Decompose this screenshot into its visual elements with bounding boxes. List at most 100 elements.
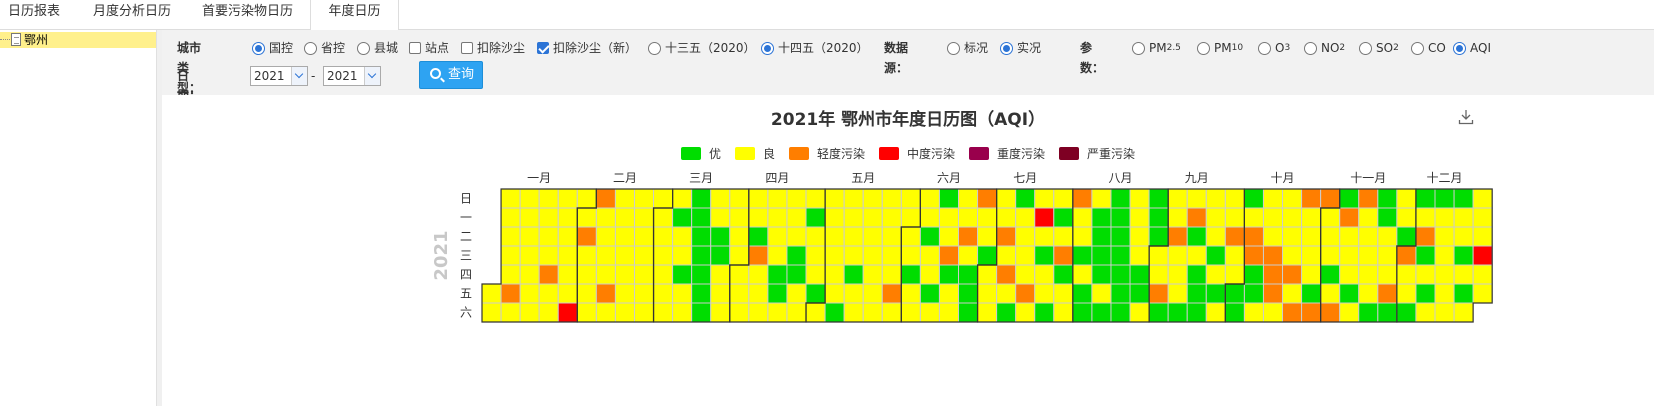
- day-cell[interactable]: [996, 245, 1017, 266]
- day-cell[interactable]: [767, 207, 788, 228]
- day-cell[interactable]: [786, 188, 807, 209]
- day-cell[interactable]: [1015, 283, 1036, 304]
- day-cell[interactable]: [1205, 264, 1226, 285]
- day-cell[interactable]: [1282, 283, 1303, 304]
- day-cell[interactable]: [1301, 226, 1322, 247]
- day-cell[interactable]: [1282, 302, 1303, 323]
- day-cell[interactable]: [1205, 207, 1226, 228]
- station-checkbox[interactable]: 站点: [409, 38, 449, 58]
- param-pm25-radio[interactable]: PM 2.5: [1132, 38, 1181, 58]
- day-cell[interactable]: [824, 264, 845, 285]
- day-cell[interactable]: [958, 302, 979, 323]
- day-cell[interactable]: [1472, 245, 1493, 266]
- day-cell[interactable]: [900, 302, 921, 323]
- day-cell[interactable]: [958, 283, 979, 304]
- day-cell[interactable]: [1243, 283, 1264, 304]
- day-cell[interactable]: [1301, 264, 1322, 285]
- plan-13th-radio[interactable]: 十三五（2020）: [648, 38, 756, 58]
- day-cell[interactable]: [710, 264, 731, 285]
- day-cell[interactable]: [1167, 207, 1188, 228]
- day-cell[interactable]: [729, 302, 750, 323]
- day-cell[interactable]: [557, 226, 578, 247]
- day-cell[interactable]: [1167, 302, 1188, 323]
- day-cell[interactable]: [1072, 226, 1093, 247]
- day-cell[interactable]: [519, 188, 540, 209]
- day-cell[interactable]: [519, 283, 540, 304]
- day-cell[interactable]: [1282, 245, 1303, 266]
- day-cell[interactable]: [805, 245, 826, 266]
- day-cell[interactable]: [1434, 226, 1455, 247]
- day-cell[interactable]: [1320, 245, 1341, 266]
- day-cell[interactable]: [843, 302, 864, 323]
- param-aqi-radio[interactable]: AQI: [1453, 38, 1491, 58]
- day-cell[interactable]: [805, 226, 826, 247]
- tab-annual-calendar[interactable]: 年度日历: [310, 0, 399, 31]
- day-cell[interactable]: [729, 283, 750, 304]
- day-cell[interactable]: [1129, 245, 1150, 266]
- day-cell[interactable]: [1034, 245, 1055, 266]
- day-cell[interactable]: [1186, 264, 1207, 285]
- day-cell[interactable]: [710, 302, 731, 323]
- day-cell[interactable]: [1282, 188, 1303, 209]
- day-cell[interactable]: [805, 207, 826, 228]
- day-cell[interactable]: [1415, 188, 1436, 209]
- day-cell[interactable]: [1339, 302, 1360, 323]
- day-cell[interactable]: [881, 207, 902, 228]
- day-cell[interactable]: [1186, 245, 1207, 266]
- day-cell[interactable]: [1091, 302, 1112, 323]
- day-cell[interactable]: [1129, 283, 1150, 304]
- day-cell[interactable]: [938, 207, 960, 228]
- day-cell[interactable]: [1358, 302, 1379, 323]
- day-cell[interactable]: [977, 283, 998, 304]
- day-cell[interactable]: [1434, 245, 1455, 266]
- day-cell[interactable]: [767, 302, 788, 323]
- day-cell[interactable]: [729, 207, 750, 228]
- day-cell[interactable]: [1453, 188, 1474, 209]
- day-cell[interactable]: [1339, 226, 1360, 247]
- day-cell[interactable]: [881, 302, 902, 323]
- day-cell[interactable]: [481, 283, 502, 304]
- day-cell[interactable]: [1415, 207, 1436, 228]
- day-cell[interactable]: [958, 207, 979, 228]
- day-cell[interactable]: [767, 283, 788, 304]
- day-cell[interactable]: [1243, 226, 1264, 247]
- day-cell[interactable]: [1072, 302, 1093, 323]
- day-cell[interactable]: [1320, 226, 1341, 247]
- day-cell[interactable]: [557, 264, 578, 285]
- day-cell[interactable]: [843, 188, 864, 209]
- day-cell[interactable]: [900, 264, 921, 285]
- day-cell[interactable]: [1358, 207, 1379, 228]
- day-cell[interactable]: [1167, 264, 1188, 285]
- day-cell[interactable]: [729, 264, 750, 285]
- day-cell[interactable]: [633, 264, 655, 285]
- day-cell[interactable]: [1377, 245, 1398, 266]
- day-cell[interactable]: [1091, 283, 1112, 304]
- day-cell[interactable]: [1186, 207, 1207, 228]
- day-cell[interactable]: [1205, 245, 1226, 266]
- day-cell[interactable]: [1339, 245, 1360, 266]
- day-cell[interactable]: [691, 264, 712, 285]
- day-cell[interactable]: [672, 207, 693, 228]
- day-cell[interactable]: [595, 226, 616, 247]
- day-cell[interactable]: [538, 302, 559, 323]
- day-cell[interactable]: [1053, 226, 1074, 247]
- day-cell[interactable]: [691, 188, 712, 209]
- day-cell[interactable]: [786, 302, 807, 323]
- day-cell[interactable]: [1243, 188, 1264, 209]
- day-cell[interactable]: [1396, 302, 1417, 323]
- day-cell[interactable]: [595, 283, 616, 304]
- day-cell[interactable]: [1205, 283, 1226, 304]
- day-cell[interactable]: [1434, 283, 1455, 304]
- day-cell[interactable]: [595, 188, 616, 209]
- day-cell[interactable]: [1358, 245, 1379, 266]
- day-cell[interactable]: [881, 283, 902, 304]
- year-to-select[interactable]: 2021: [323, 66, 381, 86]
- day-cell[interactable]: [1148, 226, 1169, 247]
- day-cell[interactable]: [500, 245, 521, 266]
- day-cell[interactable]: [977, 188, 998, 209]
- day-cell[interactable]: [576, 302, 597, 323]
- day-cell[interactable]: [729, 188, 750, 209]
- day-cell[interactable]: [538, 226, 559, 247]
- day-cell[interactable]: [633, 188, 655, 209]
- day-cell[interactable]: [672, 264, 693, 285]
